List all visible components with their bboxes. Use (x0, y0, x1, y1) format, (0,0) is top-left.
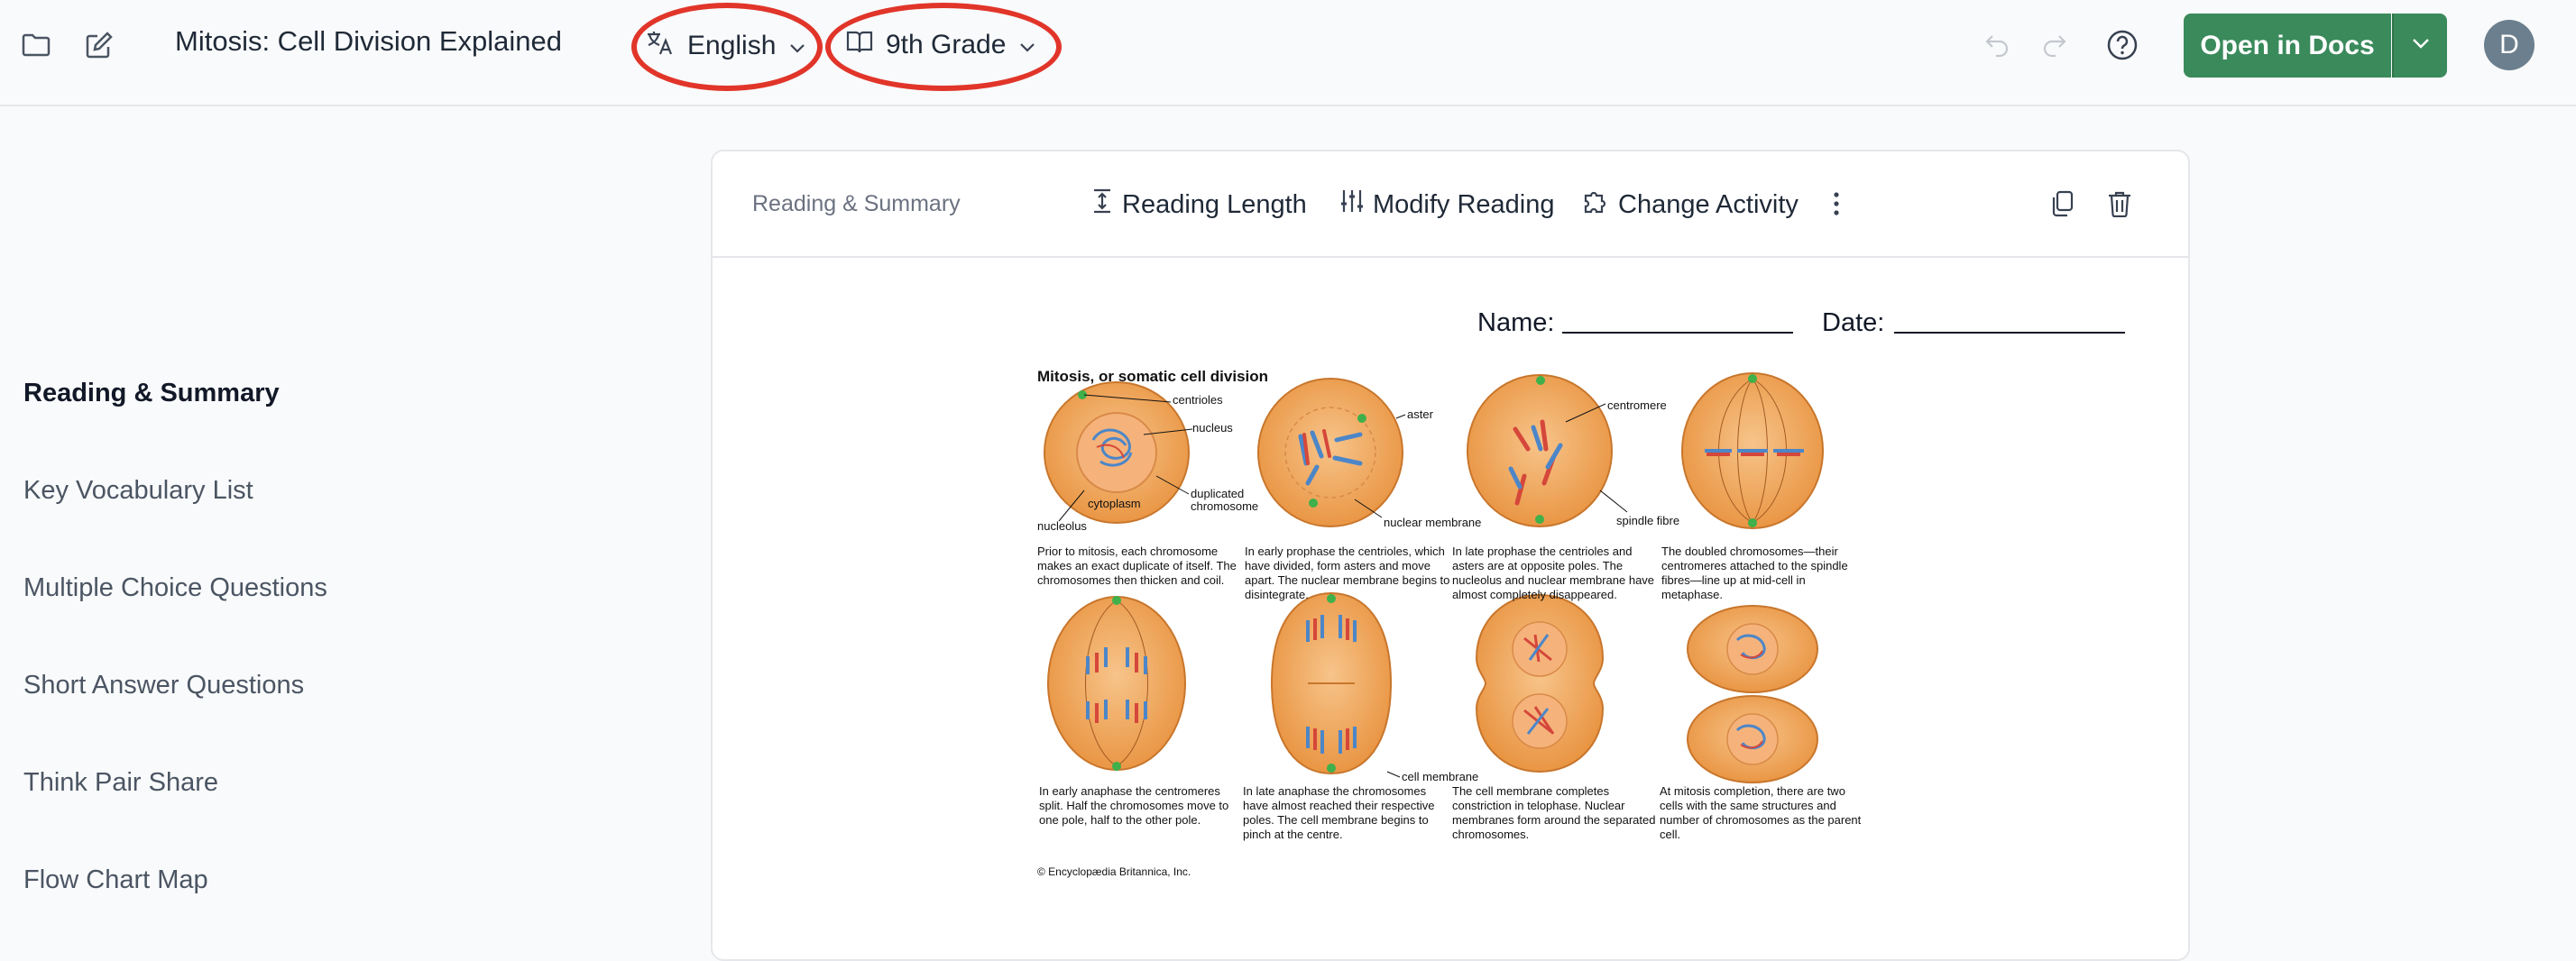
sidebar-item-flow-chart-map[interactable]: Flow Chart Map (23, 865, 208, 895)
top-bar: Mitosis: Cell Division Explained English… (0, 0, 2576, 106)
caption-8: At mitosis completion, there are two cel… (1660, 784, 1862, 841)
label-duplicated: duplicated (1191, 487, 1245, 500)
date-label: Date: (1822, 308, 1885, 337)
label-centromere: centromere (1607, 398, 1667, 412)
redo-icon[interactable] (2038, 29, 2071, 61)
card-label: Reading & Summary (752, 191, 961, 216)
chevron-down-icon (788, 31, 806, 61)
page-title[interactable]: Mitosis: Cell Division Explained (175, 25, 562, 58)
change-activity-label: Change Activity (1618, 189, 1799, 219)
label-nuclear-membrane: nuclear membrane (1384, 516, 1482, 529)
open-options-button[interactable] (2392, 14, 2447, 78)
translate-icon (646, 29, 675, 63)
sidebar-item-reading-summary[interactable]: Reading & Summary (23, 379, 280, 408)
date-line (1894, 332, 2125, 334)
name-line (1562, 332, 1793, 334)
grade-dropdown[interactable]: 9th Grade (846, 29, 1036, 61)
cell-late-prophase (1467, 374, 1613, 527)
sidebar-item-key-vocabulary[interactable]: Key Vocabulary List (23, 476, 253, 506)
grade-label: 9th Grade (886, 30, 1007, 59)
reading-length-label: Reading Length (1122, 189, 1307, 219)
label-spindle-fibre: spindle fibre (1616, 514, 1680, 527)
text-height-icon (1091, 188, 1113, 222)
activity-card: Reading & Summary Reading Length Modify … (711, 150, 2190, 961)
name-label: Name: (1477, 308, 1555, 337)
help-icon[interactable] (2104, 27, 2140, 63)
language-dropdown[interactable]: English (646, 29, 806, 63)
undo-icon[interactable] (1981, 29, 2013, 61)
label-cell-membrane: cell membrane (1402, 770, 1479, 783)
modify-reading-button[interactable]: Modify Reading (1340, 188, 1555, 222)
sidebar-item-multiple-choice[interactable]: Multiple Choice Questions (23, 573, 327, 603)
folder-icon[interactable] (20, 29, 52, 61)
label-centrioles: centrioles (1173, 393, 1223, 407)
caption-7: The cell membrane completes constriction… (1452, 784, 1656, 841)
label-aster: aster (1407, 407, 1433, 421)
copyright-text: © Encyclopædia Britannica, Inc. (1037, 865, 1191, 878)
sidebar-item-think-pair-share[interactable]: Think Pair Share (23, 768, 218, 798)
open-in-docs-button[interactable]: Open in Docs (2184, 14, 2391, 78)
cell-early-prophase (1257, 378, 1403, 527)
puzzle-icon (1582, 188, 1609, 222)
caption-6: In late anaphase the chromosomes have al… (1243, 784, 1435, 841)
caption-2: In early prophase the centrioles, which … (1245, 545, 1450, 601)
cell-telophase (1475, 593, 1605, 773)
label-cytoplasm: cytoplasm (1088, 497, 1141, 510)
label-nucleus: nucleus (1192, 421, 1233, 435)
modify-reading-label: Modify Reading (1373, 189, 1555, 219)
caption-4: The doubled chromosomes—their centromere… (1661, 545, 1848, 601)
caption-3: In late prophase the centrioles and aste… (1452, 545, 1655, 601)
avatar[interactable]: D (2484, 20, 2535, 70)
chevron-down-icon (1018, 30, 1036, 60)
book-icon (846, 29, 873, 61)
sliders-icon (1340, 188, 1364, 222)
card-toolbar: Reading & Summary Reading Length Modify … (713, 151, 2188, 258)
cell-late-anaphase (1270, 591, 1393, 775)
sidebar-item-short-answer[interactable]: Short Answer Questions (23, 671, 304, 700)
label-chromosome: chromosome (1191, 499, 1259, 513)
more-options-icon[interactable] (1827, 188, 1845, 220)
label-nucleolus: nucleolus (1037, 519, 1087, 533)
mitosis-figure: Mitosis, or somatic cell division centri… (1037, 368, 1867, 900)
language-label: English (687, 31, 777, 60)
cell-metaphase (1681, 372, 1824, 529)
copy-icon[interactable] (2046, 188, 2078, 220)
cell-early-anaphase (1047, 596, 1186, 771)
reading-length-button[interactable]: Reading Length (1091, 188, 1307, 222)
caption-5: In early anaphase the centromeres split.… (1039, 784, 1229, 827)
edit-icon[interactable] (83, 29, 115, 61)
change-activity-button[interactable]: Change Activity (1582, 188, 1799, 222)
trash-icon[interactable] (2103, 188, 2136, 220)
caption-1: Prior to mitosis, each chromosome makes … (1037, 545, 1237, 587)
chevron-down-icon (2411, 37, 2431, 54)
cell-daughter-cells (1687, 605, 1818, 783)
